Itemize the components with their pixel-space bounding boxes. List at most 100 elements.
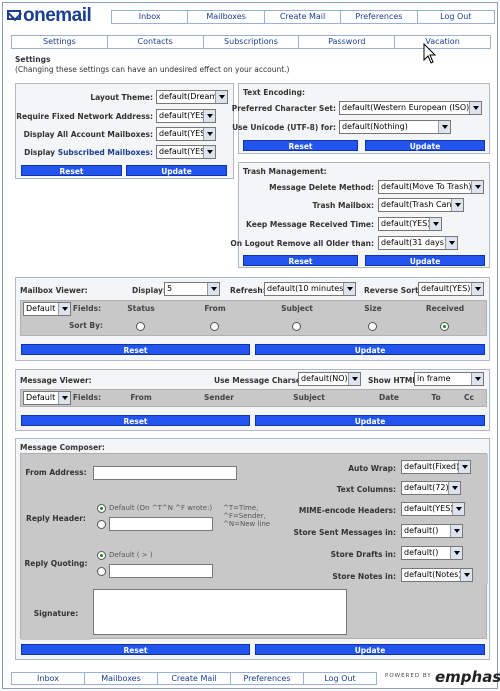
sort-radio-status[interactable] bbox=[136, 322, 145, 331]
from-address-field[interactable] bbox=[93, 466, 237, 480]
delete-method-select[interactable]: default(Move To Trash) bbox=[378, 180, 484, 194]
store-drafts-select[interactable]: default() bbox=[401, 546, 463, 560]
sort-radio-received[interactable] bbox=[440, 322, 449, 331]
display-subscribed-select[interactable]: default(YES) bbox=[156, 145, 216, 159]
store-sent-select[interactable]: default() bbox=[401, 524, 463, 538]
footer-log-out[interactable]: Log Out bbox=[304, 673, 376, 684]
general-reset-button[interactable]: Reset bbox=[21, 165, 122, 176]
reply-header-default-radio[interactable] bbox=[97, 504, 106, 513]
auto-wrap-select[interactable]: default(Fixed) bbox=[401, 460, 471, 474]
tab-vacation[interactable]: Vacation bbox=[395, 36, 490, 48]
footer-inbox[interactable]: Inbox bbox=[12, 673, 85, 684]
display-all-label: Display All Account Mailboxes: bbox=[23, 130, 153, 139]
sort-radio-from[interactable] bbox=[210, 322, 219, 331]
nav-inbox[interactable]: Inbox bbox=[112, 11, 189, 23]
reply-quoting-custom-radio[interactable] bbox=[97, 567, 106, 576]
display-count-select[interactable]: 5 bbox=[164, 282, 220, 296]
sort-radio-subject[interactable] bbox=[292, 322, 301, 331]
chevron-down-icon bbox=[58, 392, 70, 404]
tab-password[interactable]: Password bbox=[299, 36, 396, 48]
column-received: Received bbox=[425, 304, 465, 313]
keep-received-select[interactable]: default(YES) bbox=[378, 217, 442, 231]
preferences-subnav: Settings Contacts Subscriptions Password… bbox=[11, 35, 491, 49]
main-nav: Inbox Mailboxes Create Mail Preferences … bbox=[111, 10, 495, 24]
signature-textarea[interactable] bbox=[93, 589, 347, 635]
encoding-reset-button[interactable]: Reset bbox=[243, 140, 358, 151]
trash-update-button[interactable]: Update bbox=[365, 255, 485, 266]
text-columns-label: Text Columns: bbox=[336, 485, 396, 494]
composer-update-button[interactable]: Update bbox=[255, 644, 485, 655]
charset-label: Preferred Character Set: bbox=[231, 104, 336, 113]
onemail-logo: onemail bbox=[7, 5, 107, 26]
show-html-label: Show HTML: bbox=[368, 376, 421, 385]
reverse-sort-select[interactable]: default(YES) bbox=[418, 282, 484, 296]
chevron-down-icon bbox=[203, 128, 215, 140]
chevron-down-icon bbox=[452, 503, 464, 515]
reply-quoting-field[interactable] bbox=[109, 564, 213, 578]
refresh-select[interactable]: default(10 minutes) bbox=[264, 282, 356, 296]
msg-column-to: To bbox=[431, 393, 441, 402]
logo-text: onemail bbox=[23, 5, 92, 26]
encoding-update-button[interactable]: Update bbox=[365, 140, 485, 151]
tab-contacts[interactable]: Contacts bbox=[108, 36, 204, 48]
nav-mailboxes[interactable]: Mailboxes bbox=[188, 11, 265, 23]
reply-quoting-label: Reply Quoting: bbox=[24, 559, 88, 568]
display-all-select[interactable]: default(YES) bbox=[156, 127, 216, 141]
composer-grid: From Address: Reply Header: Default (On … bbox=[20, 453, 488, 640]
chevron-down-icon bbox=[343, 283, 355, 295]
tab-subscriptions[interactable]: Subscriptions bbox=[204, 36, 300, 48]
mailbox-fields-select[interactable]: Default bbox=[23, 302, 71, 316]
store-notes-select[interactable]: default(Notes) bbox=[401, 568, 473, 582]
footer-preferences[interactable]: Preferences bbox=[231, 673, 304, 684]
mailbox-reset-button[interactable]: Reset bbox=[21, 344, 250, 355]
layout-theme-select[interactable]: default(Dreams) bbox=[156, 90, 228, 104]
general-update-button[interactable]: Update bbox=[126, 165, 227, 176]
chevron-down-icon bbox=[58, 303, 70, 315]
utf8-select[interactable]: default(Nothing) bbox=[339, 120, 451, 134]
mailbox-update-button[interactable]: Update bbox=[255, 344, 485, 355]
trash-reset-button[interactable]: Reset bbox=[243, 255, 358, 266]
sort-radio-size[interactable] bbox=[368, 322, 377, 331]
show-html-select[interactable]: in frame bbox=[414, 372, 484, 386]
trash-management-panel: Trash Management: Message Delete Method:… bbox=[230, 162, 490, 268]
mime-headers-select[interactable]: default(YES) bbox=[401, 502, 465, 516]
reply-header-field[interactable] bbox=[109, 517, 213, 531]
message-charset-label: Use Message Charset: bbox=[214, 376, 308, 385]
display-subscribed-label: Display Subscribed Mailboxes: bbox=[24, 148, 153, 157]
reply-header-custom-radio[interactable] bbox=[97, 520, 106, 529]
store-sent-label: Store Sent Messages in: bbox=[293, 528, 396, 537]
fixed-network-select[interactable]: default(YES) bbox=[156, 109, 216, 123]
composer-reset-button[interactable]: Reset bbox=[21, 644, 250, 655]
fixed-network-label: Require Fixed Network Address: bbox=[16, 112, 153, 121]
charset-select[interactable]: default(Western European (ISO)) bbox=[339, 101, 482, 115]
msg-column-subject: Subject bbox=[293, 393, 325, 402]
layout-theme-label: Layout Theme: bbox=[90, 93, 153, 102]
chevron-down-icon bbox=[203, 110, 215, 122]
message-fields-select[interactable]: Default bbox=[23, 391, 71, 405]
trash-mailbox-select[interactable]: default(Trash Can) bbox=[378, 198, 464, 212]
remove-older-select[interactable]: default(31 days) bbox=[378, 236, 458, 250]
nav-preferences[interactable]: Preferences bbox=[341, 11, 418, 23]
message-reset-button[interactable]: Reset bbox=[21, 415, 250, 426]
mailbox-viewer-panel: Mailbox Viewer: Display: 5 Refresh: defa… bbox=[15, 277, 490, 361]
reply-quoting-default-radio[interactable] bbox=[97, 551, 106, 560]
message-fields-label: Fields: bbox=[72, 393, 102, 402]
column-from: From bbox=[204, 304, 226, 313]
trash-management-title: Trash Management: bbox=[243, 167, 327, 176]
footer-create-mail[interactable]: Create Mail bbox=[158, 673, 231, 684]
footer-mailboxes[interactable]: Mailboxes bbox=[85, 673, 158, 684]
nav-log-out[interactable]: Log Out bbox=[418, 11, 494, 23]
message-update-button[interactable]: Update bbox=[255, 415, 485, 426]
column-subject: Subject bbox=[281, 304, 313, 313]
tab-settings[interactable]: Settings bbox=[12, 36, 108, 48]
nav-create-mail[interactable]: Create Mail bbox=[265, 11, 342, 23]
chevron-down-icon bbox=[348, 373, 360, 385]
mailbox-viewer-title: Mailbox Viewer: bbox=[20, 286, 88, 295]
chevron-down-icon bbox=[471, 181, 483, 193]
chevron-down-icon bbox=[203, 146, 215, 158]
text-columns-select[interactable]: default(72) bbox=[401, 481, 461, 495]
message-charset-select[interactable]: default(NO) bbox=[298, 372, 361, 386]
message-viewer-panel: Message Viewer: Use Message Charset: def… bbox=[15, 369, 490, 431]
message-composer-panel: Message Composer: From Address: Reply He… bbox=[15, 438, 490, 660]
chevron-down-icon bbox=[458, 461, 470, 473]
